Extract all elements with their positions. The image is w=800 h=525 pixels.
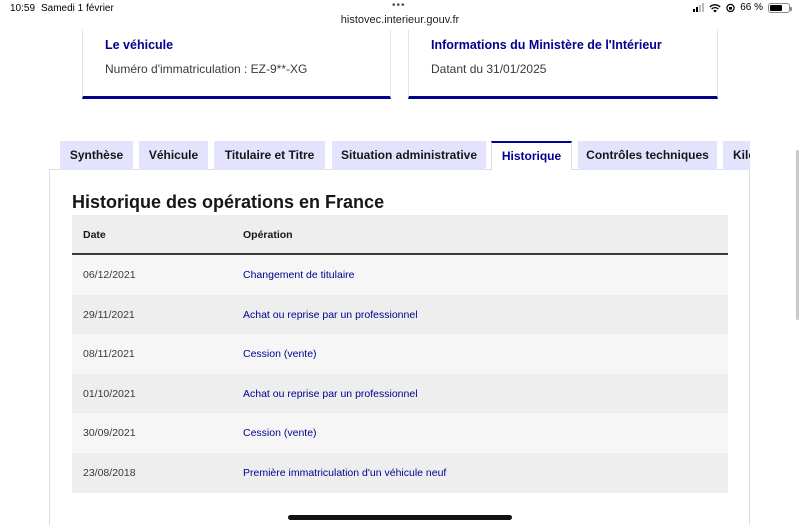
table-row: 08/11/2021 Cession (vente) — [72, 334, 728, 374]
page-scrollbar[interactable] — [796, 150, 799, 320]
row-operation-link[interactable]: Achat ou reprise par un professionnel — [243, 388, 418, 400]
row-date: 01/10/2021 — [83, 387, 136, 400]
table-row: 23/08/2018 Première immatriculation d'un… — [72, 452, 728, 493]
history-table: Date Opération 06/12/2021 Changement de … — [72, 215, 728, 493]
tab-kilometrage[interactable]: Kilo — [723, 141, 750, 170]
battery-percentage: 66 % — [740, 2, 763, 13]
row-date: 30/09/2021 — [83, 427, 136, 440]
table-row: 06/12/2021 Changement de titulaire — [72, 255, 728, 295]
tab-situation-administrative[interactable]: Situation administrative — [332, 141, 486, 170]
battery-level-fill — [770, 4, 782, 11]
tab-list: Synthèse Véhicule Titulaire et Titre Sit… — [60, 141, 750, 170]
tab-synthese[interactable]: Synthèse — [60, 141, 133, 170]
status-date: Samedi 1 février — [41, 3, 114, 14]
battery-icon — [768, 2, 792, 13]
orientation-lock-icon — [726, 3, 735, 12]
row-date: 08/11/2021 — [83, 348, 135, 361]
tab-controles-techniques[interactable]: Contrôles techniques — [578, 141, 717, 170]
ministry-info-title: Informations du Ministère de l'Intérieur — [431, 38, 662, 52]
home-indicator[interactable] — [288, 515, 512, 520]
cellular-signal-icon — [693, 3, 705, 12]
row-operation-link[interactable]: Cession (vente) — [243, 427, 317, 439]
multitasking-dots-icon[interactable]: ••• — [392, 0, 406, 11]
table-row: 30/09/2021 Cession (vente) — [72, 413, 728, 453]
status-bar: 10:59 Samedi 1 février ••• 66 % histovec… — [0, 0, 800, 26]
column-header-operation: Opération — [243, 229, 293, 241]
address-bar-url[interactable]: histovec.interieur.gouv.fr — [0, 14, 800, 26]
row-operation-link[interactable]: Cession (vente) — [243, 348, 317, 360]
row-date: 29/11/2021 — [83, 308, 135, 321]
table-row: 01/10/2021 Achat ou reprise par un profe… — [72, 373, 728, 414]
tab-titulaire-et-titre[interactable]: Titulaire et Titre — [214, 141, 325, 170]
row-date: 23/08/2018 — [83, 466, 136, 479]
wifi-icon — [709, 3, 721, 12]
vehicle-card: Le véhicule Numéro d'immatriculation : E… — [82, 30, 391, 99]
row-operation-link[interactable]: Changement de titulaire — [243, 269, 355, 281]
registration-number: Numéro d'immatriculation : EZ-9**-XG — [105, 62, 308, 76]
column-header-date: Date — [83, 229, 106, 241]
row-date: 06/12/2021 — [83, 269, 136, 281]
ministry-info-card: Informations du Ministère de l'Intérieur… — [408, 30, 718, 99]
vehicle-card-title: Le véhicule — [105, 38, 174, 52]
status-indicators: 66 % — [693, 2, 792, 13]
row-operation-link[interactable]: Achat ou reprise par un professionnel — [243, 309, 418, 321]
table-row: 29/11/2021 Achat ou reprise par un profe… — [72, 294, 728, 335]
tab-vehicule[interactable]: Véhicule — [139, 141, 208, 170]
row-operation-link[interactable]: Première immatriculation d'un véhicule n… — [243, 467, 446, 479]
history-section-title: Historique des opérations en France — [72, 192, 385, 212]
table-header: Date Opération — [72, 215, 728, 255]
tab-historique[interactable]: Historique — [491, 141, 572, 170]
ministry-info-date: Datant du 31/01/2025 — [431, 62, 547, 76]
status-time: 10:59 — [10, 3, 36, 14]
